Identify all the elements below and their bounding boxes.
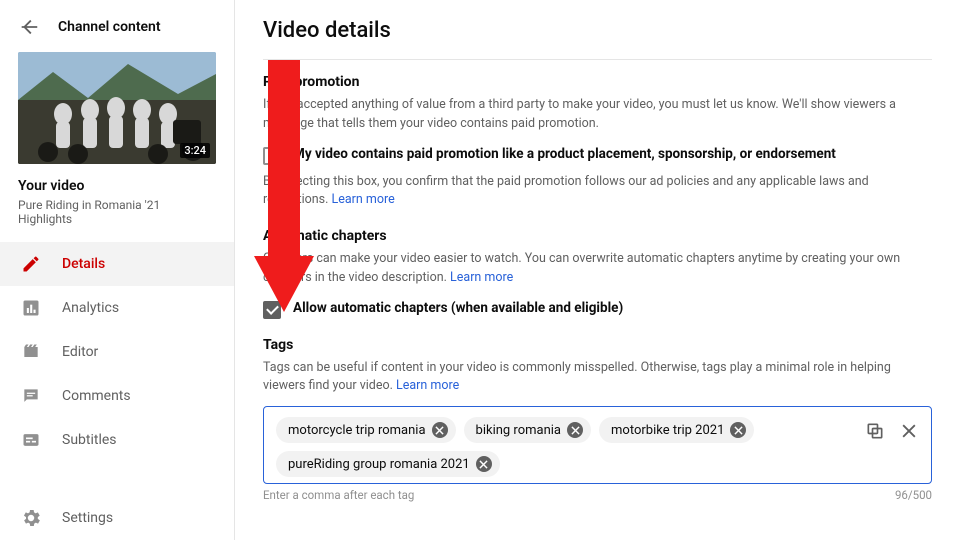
sidebar-title: Channel content (58, 19, 161, 35)
sidebar-item-comments[interactable]: Comments (0, 374, 234, 418)
section-heading: Automatic chapters (263, 228, 932, 244)
chapters-checkbox[interactable] (263, 301, 281, 319)
remove-tag-icon[interactable] (567, 422, 583, 438)
divider (263, 59, 932, 60)
tag-chip[interactable]: motorcycle trip romania (276, 417, 456, 443)
checkbox-label: My video contains paid promotion like a … (293, 146, 836, 162)
desc-text: Chapters can make your video easier to w… (263, 251, 900, 285)
tag-label: pureRiding group romania 2021 (288, 457, 470, 472)
sidebar-item-editor[interactable]: Editor (0, 330, 234, 374)
arrow-left-icon (18, 16, 40, 38)
desc-text: Tags can be useful if content in your vi… (263, 360, 891, 394)
paid-promotion-checkbox[interactable] (263, 147, 281, 165)
sidebar-item-settings[interactable]: Settings (0, 496, 234, 540)
section-description: Tags can be useful if content in your vi… (263, 359, 932, 397)
tags-helper-text: Enter a comma after each tag (263, 488, 414, 502)
tag-chip[interactable]: motorbike trip 2021 (599, 417, 754, 443)
tags-actions (863, 419, 921, 443)
paid-promotion-note: By selecting this box, you confirm that … (263, 173, 932, 211)
tag-chip[interactable]: pureRiding group romania 2021 (276, 451, 500, 477)
tags-section: Tags Tags can be useful if content in yo… (263, 337, 932, 503)
learn-more-link[interactable]: Learn more (332, 192, 395, 207)
video-duration-badge: 3:24 (180, 143, 210, 158)
clear-tags-button[interactable] (897, 419, 921, 443)
tags-counter: 96/500 (895, 488, 932, 502)
tag-label: motorcycle trip romania (288, 423, 426, 438)
subtitles-icon (20, 429, 42, 451)
remove-tag-icon[interactable] (730, 422, 746, 438)
video-thumbnail-wrap: 3:24 (0, 52, 234, 164)
copy-tags-button[interactable] (863, 419, 887, 443)
sidebar-item-analytics[interactable]: Analytics (0, 286, 234, 330)
remove-tag-icon[interactable] (476, 456, 492, 472)
section-heading: Paid promotion (263, 74, 932, 90)
pencil-icon (20, 253, 42, 275)
tag-label: motorbike trip 2021 (611, 423, 724, 438)
sidebar-header: Channel content (0, 0, 234, 52)
section-heading: Tags (263, 337, 932, 353)
comment-icon (20, 385, 42, 407)
sidebar-item-label: Editor (62, 344, 98, 360)
sidebar-item-subtitles[interactable]: Subtitles (0, 418, 234, 462)
tags-input-box[interactable]: motorcycle trip romania biking romania mot… (263, 406, 932, 484)
clapper-icon (20, 341, 42, 363)
learn-more-link[interactable]: Learn more (450, 270, 513, 285)
sidebar-item-label: Analytics (62, 300, 119, 316)
chapters-checkbox-row: Allow automatic chapters (when available… (263, 300, 932, 319)
video-meta: Your video Pure Riding in Romania '21 Hi… (0, 164, 234, 236)
paid-promotion-checkbox-row: My video contains paid promotion like a … (263, 146, 932, 165)
tag-label: biking romania (476, 423, 562, 438)
sidebar-item-details[interactable]: Details (0, 242, 234, 286)
sidebar-item-label: Subtitles (62, 432, 117, 448)
sidebar: Channel content 3 (0, 0, 235, 540)
tags-row: motorcycle trip romania biking romania mot… (276, 417, 919, 477)
back-arrow-button[interactable] (18, 16, 40, 38)
sidebar-item-label: Details (62, 256, 105, 272)
paid-promotion-section: Paid promotion If you accepted anything … (263, 74, 932, 210)
video-title-text: Pure Riding in Romania '21 Highlights (18, 198, 216, 226)
video-thumbnail[interactable]: 3:24 (18, 52, 216, 164)
section-description: If you accepted anything of value from a… (263, 96, 932, 134)
sidebar-item-label: Settings (62, 510, 113, 526)
sidebar-item-label: Comments (62, 388, 131, 404)
main-content: Video details Paid promotion If you acce… (235, 0, 960, 540)
checkbox-label: Allow automatic chapters (when available… (293, 300, 623, 316)
learn-more-link[interactable]: Learn more (396, 378, 459, 393)
page-title: Video details (263, 18, 932, 43)
tags-footer: Enter a comma after each tag 96/500 (263, 488, 932, 502)
remove-tag-icon[interactable] (432, 422, 448, 438)
sidebar-nav: Details Analytics Editor Comments Subtit… (0, 242, 234, 462)
tag-chip[interactable]: biking romania (464, 417, 592, 443)
bar-chart-icon (20, 297, 42, 319)
your-video-label: Your video (18, 178, 216, 194)
automatic-chapters-section: Automatic chapters Chapters can make you… (263, 228, 932, 319)
gear-icon (20, 507, 42, 529)
section-description: Chapters can make your video easier to w… (263, 250, 932, 288)
